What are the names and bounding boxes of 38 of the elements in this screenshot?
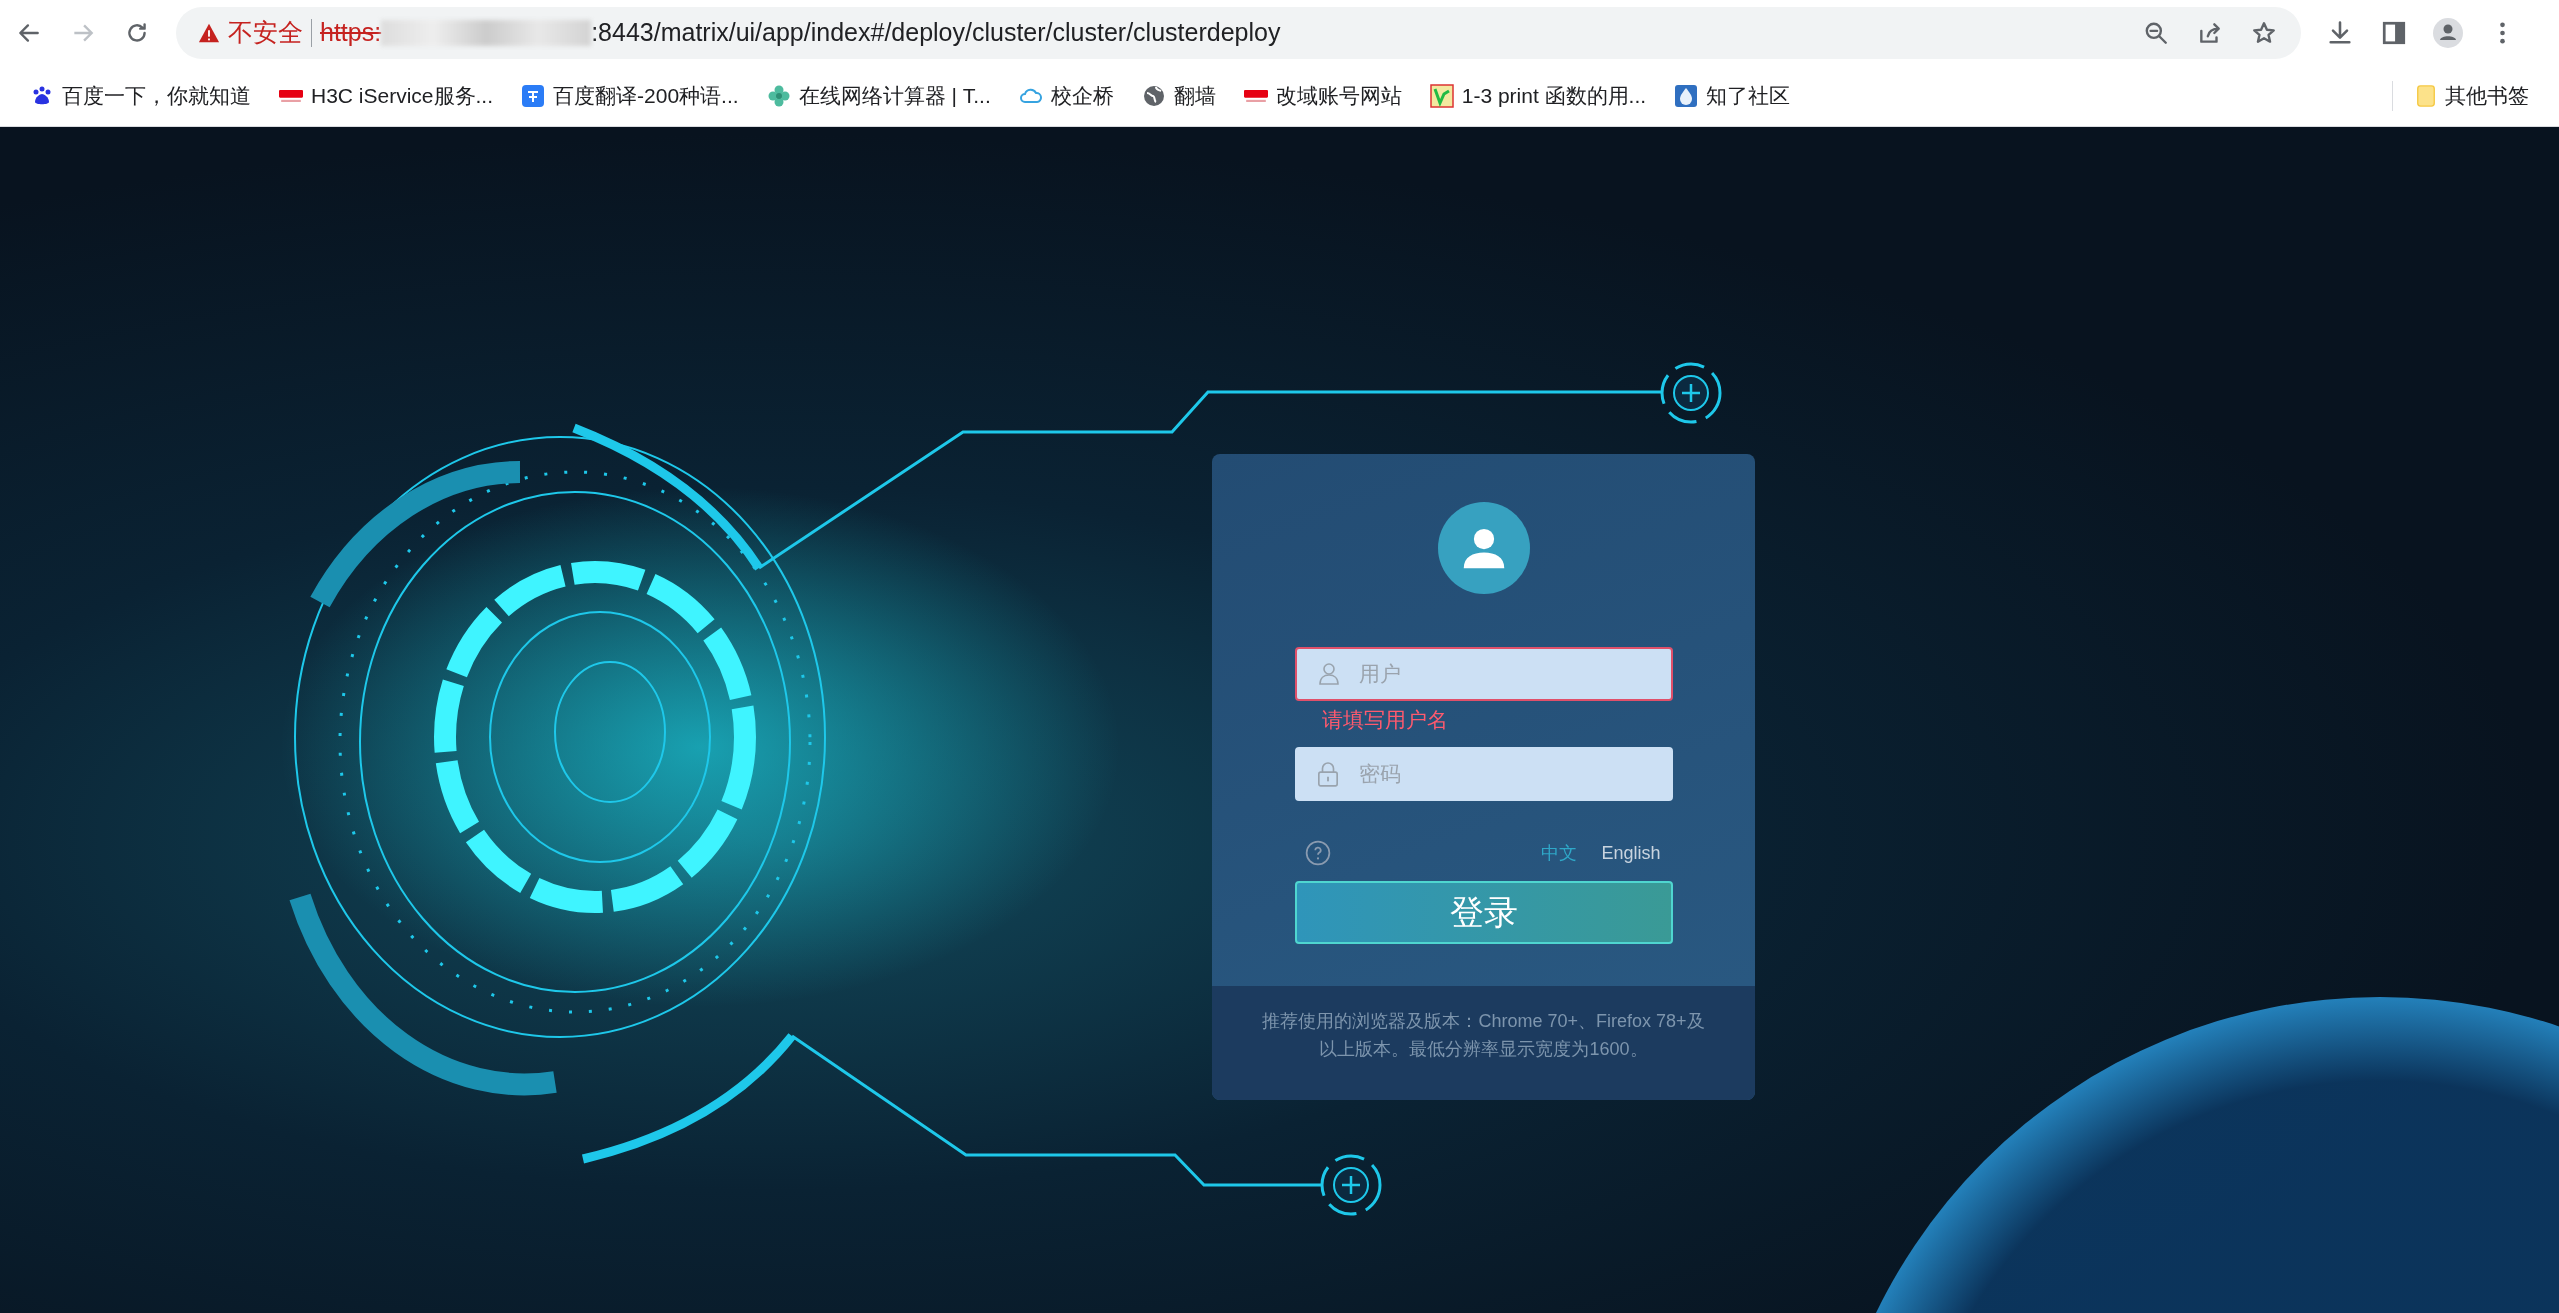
bookmark-item[interactable]: 翻墙: [1135, 75, 1222, 116]
brand-logo-icon: [1243, 89, 1268, 102]
bookmark-item[interactable]: 改域账号网站: [1237, 75, 1408, 116]
url-scheme: https:: [320, 16, 382, 48]
other-bookmarks-folder[interactable]: 其他书签: [2409, 75, 2535, 116]
thumbnail-icon: [1429, 83, 1454, 108]
username-field[interactable]: 用户: [1294, 647, 1673, 701]
user-icon: [1316, 660, 1341, 686]
bookmark-star-icon: [2251, 19, 2277, 46]
error-message: 请填写用户名: [1322, 708, 1448, 731]
bookmark-item[interactable]: 1-3 print 函数的用...: [1423, 75, 1653, 116]
plus-circle-icon: [1320, 1154, 1382, 1216]
folder-icon: [2415, 82, 2437, 109]
globe-icon: [1141, 83, 1166, 108]
plus-circle-icon: [1660, 362, 1722, 424]
help-icon[interactable]: [1304, 840, 1331, 866]
profile-icon: [2433, 15, 2463, 50]
bookmark-item[interactable]: 百度翻译-200种语...: [515, 75, 745, 116]
language-option[interactable]: English: [1601, 839, 1661, 867]
droplet-icon: [1674, 83, 1699, 108]
address-bar[interactable]: 不安全 https: :8443/matrix/ui/app/index#/deploy/cluster/cluster/clusterdeploy: [176, 6, 2301, 59]
url-path: :8443/matrix/ui/app/index#/deploy/cluster/cluster/clusterdeploy: [591, 16, 1281, 48]
download-icon: [2326, 18, 2354, 47]
lock-icon: [1316, 760, 1339, 788]
flower-icon: [766, 83, 791, 108]
profile-button[interactable]: [2433, 17, 2463, 48]
not-secure-label: 不安全: [228, 16, 303, 48]
bookmark-item[interactable]: 百度一下，你就知道: [24, 75, 257, 116]
password-field[interactable]: 密码: [1294, 747, 1673, 801]
bookmark-item[interactable]: 校企桥: [1012, 75, 1120, 116]
bookmark-item[interactable]: 知了社区: [1668, 75, 1797, 116]
bookmark-item[interactable]: H3C iService服务...: [273, 75, 500, 116]
side-panel-icon: [2381, 19, 2407, 46]
translate-app-icon: [521, 83, 546, 108]
browser-recommendation-note: 推荐使用的浏览器及版本：Chrome 70+、Firefox 78+及以上版本。最低分辨率显示宽度为1600。: [1262, 1011, 1705, 1059]
brand-logo-icon: [279, 89, 303, 102]
bookmark-item[interactable]: 在线网络计算器 | T...: [760, 75, 997, 116]
menu-icon: [2498, 20, 2506, 45]
